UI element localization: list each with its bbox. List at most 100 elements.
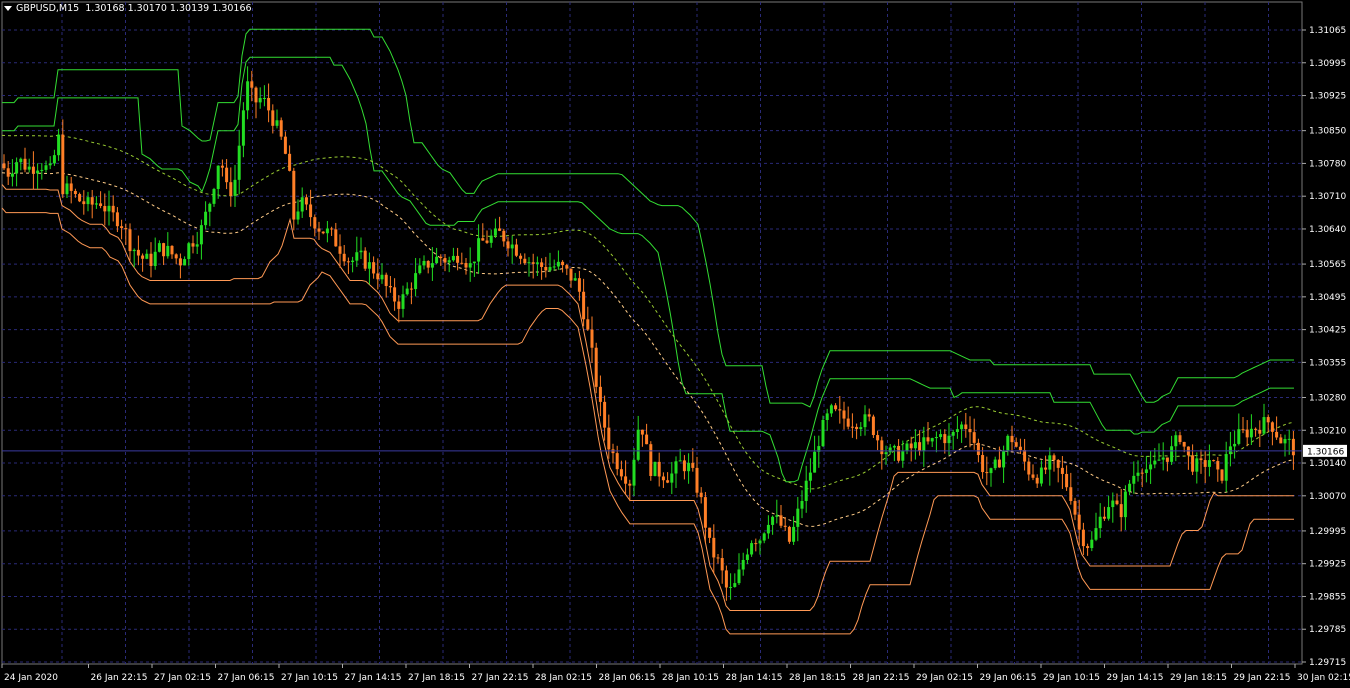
upper-band-inner xyxy=(2,56,1294,483)
candle-body xyxy=(666,480,670,483)
candle-body xyxy=(418,265,422,274)
candle-body xyxy=(1258,429,1262,434)
candle-body xyxy=(367,262,371,269)
x-tick-label: 27 Jan 06:15 xyxy=(218,673,275,683)
candle-body xyxy=(1086,546,1090,549)
candle-body xyxy=(577,278,581,292)
candle-body xyxy=(183,259,187,266)
candle-body xyxy=(237,145,241,180)
y-tick-label: 1.30710 xyxy=(1309,192,1346,202)
candle-body xyxy=(943,434,947,444)
candle-body xyxy=(750,543,754,555)
candle-body xyxy=(23,158,27,170)
dropdown-arrow-icon[interactable] xyxy=(4,6,12,11)
candle-body xyxy=(430,263,434,268)
candle-body xyxy=(426,260,430,268)
candle-body xyxy=(254,87,258,103)
candle-body xyxy=(855,426,859,430)
candle-body xyxy=(846,418,850,427)
candle-body xyxy=(632,459,636,486)
candle-body xyxy=(48,163,52,166)
candle-body xyxy=(191,243,195,247)
x-tick-label: 29 Jan 22:15 xyxy=(1234,673,1291,683)
candle-body xyxy=(540,262,544,267)
candle-body xyxy=(716,557,720,559)
candle-body xyxy=(661,476,665,481)
candle-body xyxy=(624,476,628,484)
candle-body xyxy=(451,255,455,261)
candle-body xyxy=(82,201,86,205)
candle-body xyxy=(762,533,766,541)
candle-body xyxy=(657,461,661,477)
candle-body xyxy=(1266,417,1270,423)
candle-body xyxy=(523,258,527,264)
x-tick-label: 26 Jan 22:15 xyxy=(91,673,148,683)
candle-body xyxy=(758,540,762,544)
candle-body xyxy=(1212,460,1216,462)
price-chart[interactable]: 1.31065 1.30995 1.30925 1.30850 1.30780 1.307… xyxy=(0,0,1350,688)
candle-body xyxy=(472,261,476,264)
lower-band-dotted xyxy=(1,172,1295,528)
candle-body xyxy=(1018,446,1022,451)
candle-body xyxy=(1203,460,1207,467)
candle-body xyxy=(1098,516,1102,529)
candle-body xyxy=(964,424,968,429)
candle-body xyxy=(682,460,686,472)
candle-body xyxy=(489,235,493,243)
candle-body xyxy=(724,570,728,588)
candle-body xyxy=(640,429,644,435)
x-tick-label: 28 Jan 14:15 xyxy=(726,673,783,683)
candle-body xyxy=(153,251,157,266)
candle-body xyxy=(691,462,695,468)
candle-body xyxy=(216,165,220,189)
candle-body xyxy=(771,516,775,525)
candle-body xyxy=(409,288,413,290)
candle-body xyxy=(1157,459,1161,461)
candle-body xyxy=(246,81,250,111)
y-tick-label: 1.30140 xyxy=(1309,459,1346,469)
candle-body xyxy=(1140,472,1144,474)
candle-body xyxy=(733,583,737,587)
candle-body xyxy=(31,166,35,174)
y-tick-label: 1.31065 xyxy=(1309,26,1346,36)
candle-body xyxy=(922,437,926,452)
candle-body xyxy=(779,515,783,526)
candle-body xyxy=(233,179,237,196)
candle-body xyxy=(1233,443,1237,447)
candle-body xyxy=(552,266,556,268)
candle-body xyxy=(401,294,405,309)
chart-window[interactable]: 1.31065 1.30995 1.30925 1.30850 1.30780 1.307… xyxy=(0,0,1350,688)
plot-frame xyxy=(1,1,1303,665)
close-value: 1.30166 xyxy=(212,3,252,14)
candle-body xyxy=(15,162,19,174)
candle-body xyxy=(598,386,602,402)
candle-body xyxy=(636,429,640,460)
candle-body xyxy=(1094,528,1098,540)
candle-body xyxy=(1052,455,1056,460)
candle-body xyxy=(909,443,913,449)
candle-body xyxy=(892,445,896,448)
candle-body xyxy=(1090,539,1094,549)
candle-body xyxy=(229,182,233,196)
candle-body xyxy=(241,110,245,146)
candle-body xyxy=(212,188,216,204)
y-tick-label: 1.30495 xyxy=(1309,293,1346,303)
candle-body xyxy=(519,255,523,259)
candle-body xyxy=(464,263,468,268)
candle-body xyxy=(1069,487,1073,502)
y-tick-label: 1.30565 xyxy=(1309,260,1346,270)
candle-body xyxy=(330,228,334,230)
candle-body xyxy=(456,255,460,263)
y-tick-label: 1.30780 xyxy=(1309,159,1346,169)
candle-body xyxy=(44,165,48,170)
candle-body xyxy=(842,410,846,419)
candle-body xyxy=(548,267,552,271)
candle-body xyxy=(1287,438,1291,440)
candle-body xyxy=(422,260,426,266)
y-tick-label: 1.30640 xyxy=(1309,225,1346,235)
x-tick-label: 28 Jan 02:15 xyxy=(535,673,592,683)
candle-body xyxy=(913,442,917,449)
candle-body xyxy=(976,442,980,456)
candle-body xyxy=(615,453,619,470)
candle-body xyxy=(485,240,489,243)
